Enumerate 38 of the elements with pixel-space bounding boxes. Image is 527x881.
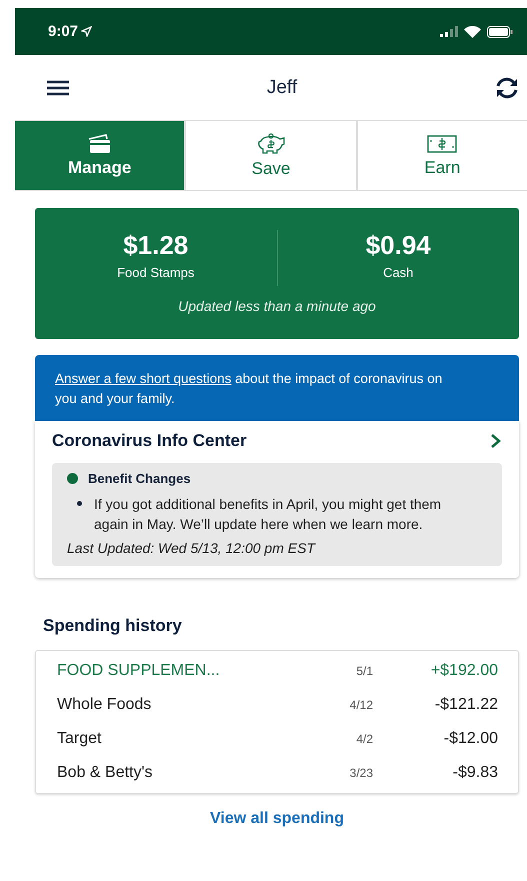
- chevron-right-icon[interactable]: [490, 433, 502, 449]
- page-title: Jeff: [266, 76, 298, 98]
- balance-label: Cash: [383, 265, 414, 280]
- bullet-dot: [77, 501, 82, 506]
- transaction-date: 3/23: [348, 766, 373, 780]
- survey-link[interactable]: Answer a few short questions: [55, 371, 232, 386]
- merchant-name: Whole Foods: [57, 696, 152, 714]
- balance-amount: $1.28: [123, 230, 188, 261]
- banknote-icon: [427, 134, 458, 154]
- merchant-name: Bob & Betty's: [57, 764, 154, 782]
- transaction-amount: +$192.00: [430, 662, 498, 680]
- section-title: Spending history: [43, 616, 183, 636]
- balance-amount: $0.94: [366, 230, 431, 261]
- info-title: Coronavirus Info Center: [52, 431, 247, 451]
- merchant-name: FOOD SUPPLEMEN...: [57, 662, 221, 680]
- battery-icon: [487, 26, 513, 38]
- transaction-amount: -$12.00: [442, 730, 498, 748]
- update-heading: Benefit Changes: [88, 471, 191, 486]
- refresh-button[interactable]: [495, 76, 519, 98]
- transaction-date: 4/2: [355, 732, 373, 746]
- nav-tab[interactable]: Manage: [15, 121, 186, 190]
- merchant-name: Target: [57, 730, 102, 748]
- transaction-amount: -$9.83: [452, 764, 498, 782]
- menu-button[interactable]: [47, 80, 69, 96]
- status-time: 9:07: [48, 23, 92, 40]
- credit-card-icon: [86, 134, 113, 154]
- balance-label: Food Stamps: [117, 265, 194, 280]
- updated-note: Updated less than a minute ago: [178, 298, 376, 314]
- transaction-amount: -$121.22: [434, 696, 498, 714]
- signal-icon: [440, 26, 458, 37]
- location-arrow-icon: [81, 26, 92, 37]
- transaction-date: 4/12: [348, 698, 373, 712]
- transaction-date: 5/1: [355, 664, 373, 678]
- last-updated: Last Updated: Wed 5/13, 12:00 pm EST: [67, 540, 317, 556]
- banner-text: Answer a few short questions about the impact of coronavirus on you and your family.: [55, 371, 442, 406]
- wifi-icon: [464, 26, 481, 38]
- update-text: If you got additional benefits in April, you might get them again in May. We’ll update here when we learn more.: [94, 495, 442, 534]
- view-all-link[interactable]: View all spending: [210, 810, 344, 828]
